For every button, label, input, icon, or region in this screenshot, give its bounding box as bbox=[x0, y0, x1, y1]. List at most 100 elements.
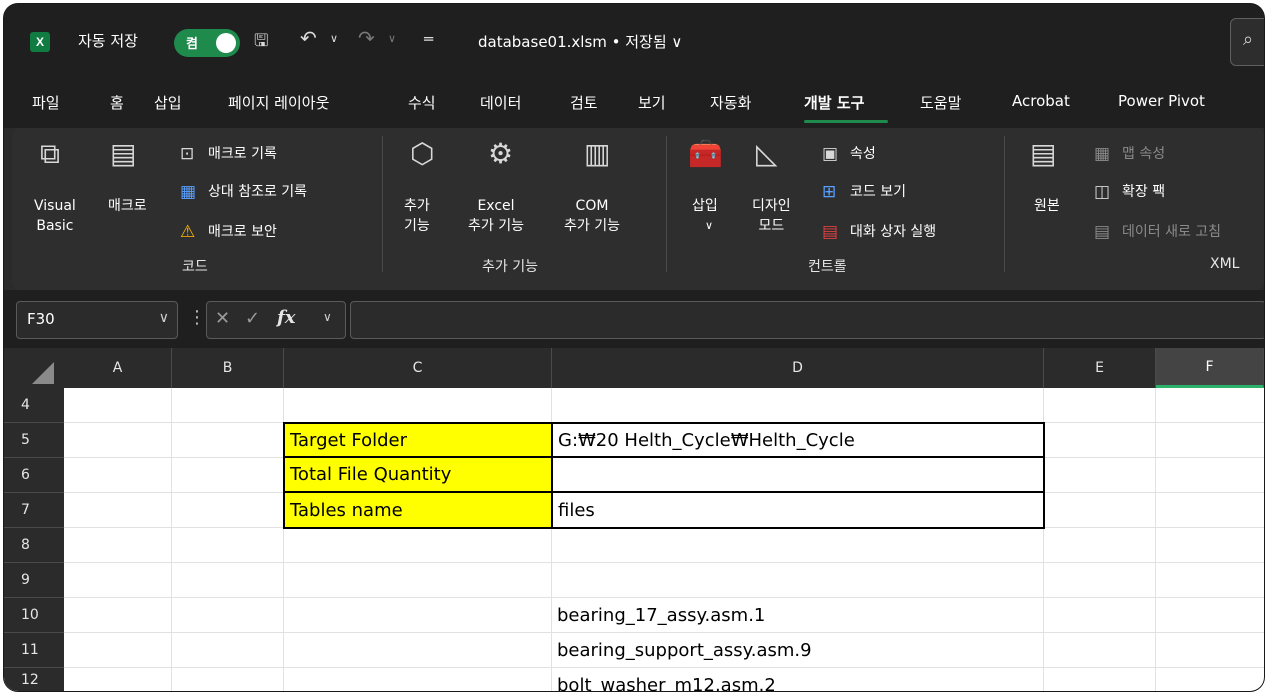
macros-button[interactable]: 매크로 bbox=[108, 196, 147, 216]
column-header-d[interactable]: D bbox=[552, 348, 1044, 388]
chevron-down-icon[interactable]: ∨ bbox=[159, 310, 169, 326]
tab-acrobat[interactable]: Acrobat bbox=[1012, 92, 1070, 110]
tab-file[interactable]: 파일 bbox=[32, 92, 60, 113]
view-code-button[interactable]: 코드 보기 bbox=[850, 182, 906, 202]
column-header-c[interactable]: C bbox=[284, 348, 552, 388]
cell-d5[interactable]: G:₩20 Helth_Cycle₩Helth_Cycle bbox=[551, 422, 1045, 458]
group-label-addins: 추가 기능 bbox=[482, 259, 538, 275]
tab-formulas[interactable]: 수식 bbox=[408, 92, 436, 113]
search-box[interactable]: ⌕ bbox=[1230, 18, 1264, 66]
row-header[interactable]: 11 bbox=[4, 633, 64, 668]
row-header[interactable]: 7 bbox=[4, 493, 64, 528]
design-mode-button[interactable]: 디자인 모드 bbox=[752, 196, 791, 236]
select-all-button[interactable] bbox=[4, 348, 65, 388]
refresh-data-button[interactable]: 데이터 새로 고침 bbox=[1122, 222, 1221, 242]
addins-button[interactable]: 추가 기능 bbox=[404, 196, 430, 236]
row-header[interactable]: 5 bbox=[4, 423, 64, 458]
row-header[interactable]: 10 bbox=[4, 598, 64, 633]
com-addins-button[interactable]: COM 추가 기능 bbox=[564, 196, 620, 236]
tab-page-layout[interactable]: 페이지 레이아웃 bbox=[228, 92, 329, 113]
cell-c7[interactable]: Tables name bbox=[283, 491, 553, 529]
save-icon[interactable]: 🖫 bbox=[254, 28, 268, 57]
map-properties-icon: ▦ bbox=[1094, 144, 1111, 164]
visual-basic-button[interactable]: Visual Basic bbox=[34, 196, 76, 236]
insert-control-icon: 🧰 bbox=[688, 137, 723, 170]
tab-power-pivot[interactable]: Power Pivot bbox=[1118, 92, 1205, 110]
view-code-icon: ⊞ bbox=[822, 182, 837, 202]
tab-data[interactable]: 데이터 bbox=[480, 92, 521, 113]
cell-c5[interactable]: Target Folder bbox=[283, 422, 553, 458]
tab-view[interactable]: 보기 bbox=[638, 92, 666, 113]
file-title[interactable]: database01.xlsm • 저장됨 ∨ bbox=[478, 31, 682, 52]
column-header-e[interactable]: E bbox=[1044, 348, 1156, 388]
ribbon-separator bbox=[382, 136, 383, 272]
autosave-label: 자동 저장 bbox=[78, 32, 138, 50]
name-box-value: F30 bbox=[27, 310, 55, 328]
customize-qat-icon[interactable]: ═ bbox=[424, 30, 433, 48]
properties-icon: ▣ bbox=[822, 144, 839, 164]
group-label-xml: XML bbox=[1210, 256, 1240, 272]
insert-dropdown-icon[interactable]: ∨ bbox=[705, 216, 713, 236]
excel-addins-button[interactable]: Excel 추가 기능 bbox=[468, 196, 524, 236]
row-header[interactable]: 8 bbox=[4, 528, 64, 563]
cell-c6[interactable]: Total File Quantity bbox=[283, 456, 553, 493]
tab-help[interactable]: 도움말 bbox=[920, 92, 961, 113]
properties-button[interactable]: 속성 bbox=[850, 144, 876, 164]
refresh-data-icon: ▤ bbox=[1094, 222, 1111, 242]
gridline bbox=[171, 388, 172, 691]
enter-icon[interactable]: ✓ bbox=[245, 308, 260, 329]
xml-source-button[interactable]: 원본 bbox=[1034, 196, 1060, 216]
redo-icon[interactable]: ↷ bbox=[358, 26, 375, 50]
vertical-ellipsis-icon[interactable]: ⋮ bbox=[188, 307, 206, 328]
column-header-a[interactable]: A bbox=[64, 348, 172, 388]
row-header[interactable]: 4 bbox=[4, 388, 64, 423]
redo-dropdown-icon[interactable]: ∨ bbox=[388, 32, 396, 45]
addins-icon: ⬡ bbox=[410, 137, 435, 170]
insert-function-icon[interactable]: fx bbox=[277, 307, 295, 328]
tab-automate[interactable]: 자동화 bbox=[710, 92, 751, 113]
cell-d11[interactable]: bearing_support_assy.asm.9 bbox=[552, 633, 1042, 667]
map-properties-button[interactable]: 맵 속성 bbox=[1122, 144, 1165, 164]
tab-developer[interactable]: 개발 도구 bbox=[804, 92, 864, 113]
formula-input[interactable] bbox=[350, 301, 1264, 339]
function-dropdown-icon[interactable]: ∨ bbox=[323, 310, 332, 324]
undo-icon[interactable]: ↶ bbox=[300, 26, 317, 50]
cancel-icon[interactable]: ✕ bbox=[215, 308, 230, 329]
cell-d10[interactable]: bearing_17_assy.asm.1 bbox=[552, 598, 1042, 632]
insert-control-button[interactable]: 삽입 bbox=[692, 196, 718, 216]
column-header-b[interactable]: B bbox=[172, 348, 284, 388]
cell-d6[interactable] bbox=[551, 456, 1045, 493]
group-label-code: 코드 bbox=[182, 259, 208, 275]
active-tab-indicator bbox=[804, 120, 888, 123]
tab-insert[interactable]: 삽입 bbox=[154, 92, 182, 113]
autosave-toggle[interactable]: 켬 bbox=[174, 29, 240, 57]
row-header[interactable]: 6 bbox=[4, 458, 64, 493]
record-macro-icon: ⊡ bbox=[180, 144, 195, 164]
group-label-controls: 컨트롤 bbox=[808, 259, 847, 275]
cell-d7[interactable]: files bbox=[551, 491, 1045, 529]
gridline bbox=[1155, 388, 1156, 691]
tab-review[interactable]: 검토 bbox=[570, 92, 598, 113]
excel-addins-icon: ⚙ bbox=[488, 137, 514, 170]
excel-app-icon: X bbox=[30, 32, 50, 52]
title-bar: X 자동 저장 켬 🖫 ↶ ∨ ↷ ∨ ═ database01.xlsm • … bbox=[4, 4, 1264, 80]
column-header-f[interactable]: F bbox=[1156, 348, 1264, 388]
expansion-packs-icon: ◫ bbox=[1094, 182, 1111, 202]
xml-source-icon: ▤ bbox=[1030, 137, 1057, 170]
macros-icon: ▤ bbox=[110, 137, 137, 170]
toggle-knob bbox=[216, 33, 236, 53]
run-dialog-button[interactable]: 대화 상자 실행 bbox=[850, 222, 936, 242]
record-macro-button[interactable]: 매크로 기록 bbox=[208, 144, 277, 164]
relative-reference-button[interactable]: 상대 참조로 기록 bbox=[208, 182, 307, 202]
ribbon-tabs: 파일 홈 삽입 페이지 레이아웃 수식 데이터 검토 보기 자동화 개발 도구 … bbox=[4, 80, 1264, 128]
cell-d12[interactable]: bolt_washer_m12.asm.2 bbox=[552, 668, 1042, 692]
macro-security-button[interactable]: 매크로 보안 bbox=[208, 222, 277, 242]
row-header[interactable]: 12 bbox=[4, 668, 64, 691]
ribbon-separator bbox=[666, 136, 667, 272]
row-header[interactable]: 9 bbox=[4, 563, 64, 598]
name-box[interactable]: F30 ∨ bbox=[16, 301, 178, 339]
undo-dropdown-icon[interactable]: ∨ bbox=[330, 32, 338, 45]
macro-security-icon: ⚠ bbox=[180, 222, 196, 242]
expansion-packs-button[interactable]: 확장 팩 bbox=[1122, 182, 1165, 202]
tab-home[interactable]: 홈 bbox=[110, 92, 124, 113]
